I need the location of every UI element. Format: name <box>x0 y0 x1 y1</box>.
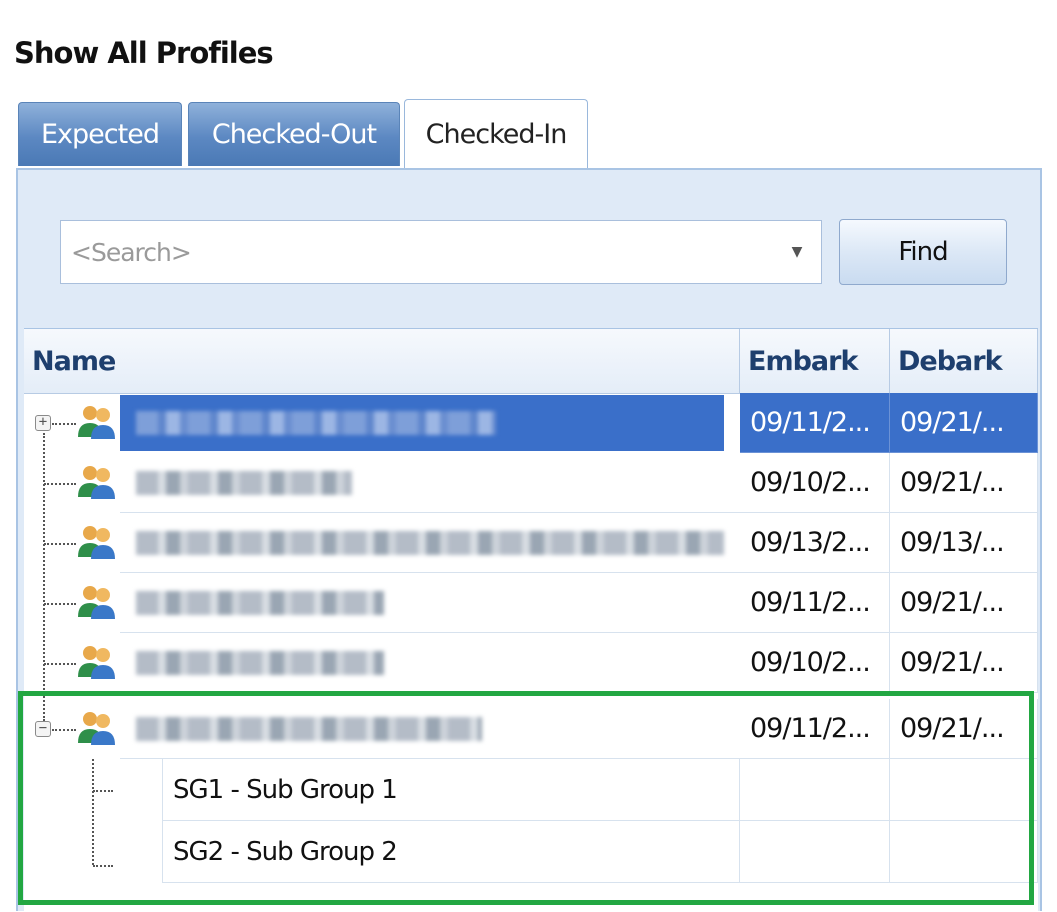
redacted-name <box>136 651 384 675</box>
debark-cell: 09/21/... <box>890 393 1038 453</box>
debark-cell <box>890 821 1038 883</box>
tree-connector <box>93 865 113 867</box>
tree-connector <box>44 603 76 605</box>
chevron-down-icon[interactable]: ▼ <box>773 221 821 283</box>
debark-cell: 09/21/... <box>890 573 1038 633</box>
people-group-icon <box>78 586 115 619</box>
tab-checked-in[interactable]: Checked-In <box>404 99 588 169</box>
redacted-name <box>136 591 384 615</box>
sub-group-label: SG2 - Sub Group 2 <box>162 821 740 883</box>
people-group-icon <box>78 646 115 679</box>
table-row[interactable]: 09/10/2... 09/21/... <box>24 453 1038 513</box>
tree-connector <box>93 790 113 792</box>
tree-connector <box>44 543 76 545</box>
search-combobox[interactable]: ▼ <box>60 220 822 284</box>
debark-cell: 09/21/... <box>890 633 1038 693</box>
redacted-name <box>136 471 352 495</box>
table-row[interactable]: 09/10/2... 09/21/... <box>24 633 1038 693</box>
redacted-name <box>136 531 724 555</box>
search-input[interactable] <box>61 221 761 283</box>
debark-cell: 09/21/... <box>890 453 1038 513</box>
expand-icon[interactable]: + <box>35 415 51 431</box>
people-group-icon <box>78 406 115 439</box>
tab-checked-out[interactable]: Checked-Out <box>188 102 400 166</box>
column-header-embark[interactable]: Embark <box>740 329 890 393</box>
table-row[interactable]: 09/11/2... 09/21/... <box>24 573 1038 633</box>
column-header-debark[interactable]: Debark <box>890 329 1038 393</box>
redacted-name <box>136 411 496 435</box>
find-button[interactable]: Find <box>839 219 1007 285</box>
redacted-name <box>136 717 482 741</box>
sub-group-row[interactable]: SG1 - Sub Group 1 <box>24 759 1038 821</box>
tree-connector <box>52 729 76 731</box>
debark-cell: 09/21/... <box>890 699 1038 759</box>
people-group-icon <box>78 526 115 559</box>
table-row[interactable]: 09/13/2... 09/13/... <box>24 513 1038 573</box>
embark-cell: 09/11/2... <box>740 699 890 759</box>
embark-cell: 09/10/2... <box>740 633 890 693</box>
debark-cell: 09/13/... <box>890 513 1038 573</box>
tree-connector <box>44 483 76 485</box>
row-divider <box>120 692 740 693</box>
people-group-icon <box>78 712 115 745</box>
embark-cell <box>740 821 890 883</box>
table-row[interactable]: + 09/11/2... 09/21/... <box>24 393 1038 453</box>
tree-connector <box>52 423 76 425</box>
sub-group-label: SG1 - Sub Group 1 <box>162 759 740 821</box>
sub-group-row[interactable]: SG2 - Sub Group 2 <box>24 821 1038 883</box>
column-header-name[interactable]: Name <box>24 329 740 393</box>
embark-cell: 09/11/2... <box>740 573 890 633</box>
tab-expected[interactable]: Expected <box>18 102 182 166</box>
embark-cell: 09/13/2... <box>740 513 890 573</box>
embark-cell: 09/11/2... <box>740 393 890 453</box>
embark-cell <box>740 759 890 821</box>
embark-cell: 09/10/2... <box>740 453 890 513</box>
collapse-icon[interactable]: − <box>35 721 51 737</box>
grid-header: Name Embark Debark <box>24 329 1038 394</box>
tree-connector <box>44 663 76 665</box>
debark-cell <box>890 759 1038 821</box>
table-row[interactable]: − 09/11/2... 09/21/... <box>24 699 1038 759</box>
people-group-icon <box>78 466 115 499</box>
profiles-grid: Name Embark Debark + 09/11/2... 09/21/..… <box>24 328 1038 912</box>
page-title: Show All Profiles <box>14 36 274 70</box>
